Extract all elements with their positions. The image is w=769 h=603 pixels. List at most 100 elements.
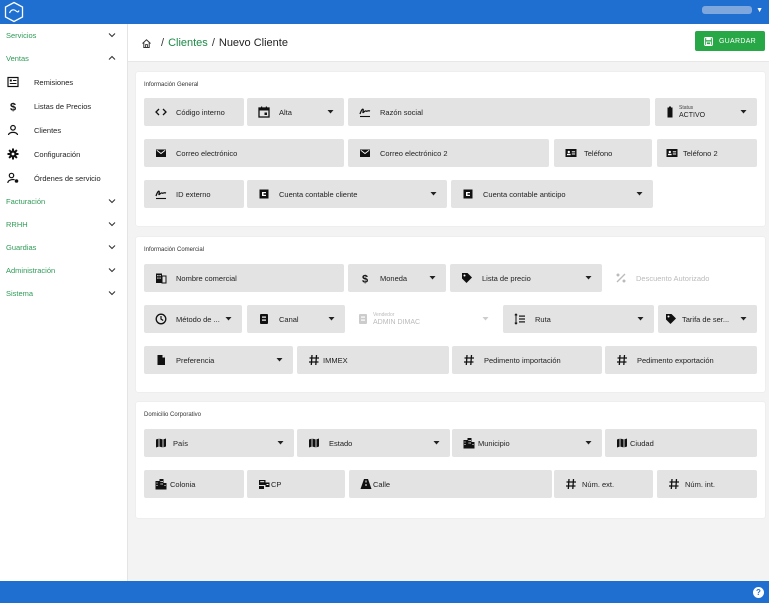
field-label: Vendedor bbox=[373, 312, 395, 318]
sidebar-item-clientes[interactable]: Clientes bbox=[0, 118, 127, 142]
nombre-comercial-field[interactable]: Nombre comercial bbox=[144, 264, 344, 292]
dropdown-arrow-icon bbox=[429, 276, 436, 280]
person-settings-icon bbox=[7, 172, 19, 184]
field-label: Correo electrónico 2 bbox=[380, 149, 448, 158]
lista-precio-select[interactable]: Lista de precio bbox=[450, 264, 602, 292]
calle-field[interactable]: Calle bbox=[349, 470, 552, 498]
sidebar-group-administracion[interactable]: Administración bbox=[0, 259, 127, 282]
num-ext-field[interactable]: Núm. ext. bbox=[554, 470, 653, 498]
sidebar-item-label: Remisiones bbox=[34, 77, 74, 87]
id-externo-field[interactable]: ID externo bbox=[144, 180, 244, 208]
codigo-interno-field[interactable]: Código interno bbox=[144, 98, 244, 126]
field-label: Lista de precio bbox=[482, 274, 531, 283]
code-icon bbox=[155, 108, 167, 116]
estado-select[interactable]: Estado bbox=[297, 429, 450, 457]
tag-icon bbox=[666, 314, 676, 324]
cuenta-anticipo-select[interactable]: Cuenta contable anticipo bbox=[451, 180, 653, 208]
page-title: Nuevo Cliente bbox=[218, 37, 288, 49]
tarifa-select[interactable]: Tarifa de ser... bbox=[658, 305, 757, 333]
ruta-select[interactable]: Ruta bbox=[503, 305, 654, 333]
hash-icon bbox=[669, 478, 679, 490]
page-header: / Clientes / Nuevo Cliente GUARDAR bbox=[128, 24, 769, 62]
alta-select[interactable]: Alta bbox=[247, 98, 344, 126]
descuento-field: Descuento Autorizado bbox=[604, 264, 757, 292]
canal-select[interactable]: Canal bbox=[247, 305, 345, 333]
user-menu[interactable]: ▼ bbox=[702, 6, 763, 14]
dropdown-arrow-icon bbox=[637, 317, 644, 321]
num-int-field[interactable]: Núm. int. bbox=[657, 470, 757, 498]
field-label: Ciudad bbox=[630, 439, 654, 448]
telefono2-field[interactable]: Teléfono 2 bbox=[657, 139, 757, 167]
sidebar-group-ventas[interactable]: Ventas bbox=[0, 47, 127, 70]
sidebar-item-remisiones[interactable]: Remisiones bbox=[0, 70, 127, 94]
field-label: Correo electrónico bbox=[176, 149, 238, 158]
field-label: Moneda bbox=[380, 274, 408, 283]
correo-field[interactable]: Correo electrónico bbox=[144, 139, 344, 167]
city-icon bbox=[155, 479, 167, 490]
field-label: Núm. ext. bbox=[582, 480, 615, 489]
chevron-down-icon bbox=[108, 199, 116, 204]
preferencia-select[interactable]: Preferencia bbox=[144, 346, 293, 374]
metodo-select[interactable]: Método de ... bbox=[144, 305, 242, 333]
help-icon[interactable]: ? bbox=[753, 587, 764, 598]
municipio-select[interactable]: Municipio bbox=[452, 429, 602, 457]
bottom-bar: ? bbox=[0, 581, 769, 603]
breadcrumb-separator: / bbox=[211, 37, 215, 49]
sidebar-item-listas-precios[interactable]: $ Listas de Precios bbox=[0, 94, 127, 118]
field-label: Colonia bbox=[170, 480, 196, 489]
pedimento-importacion-field[interactable]: Pedimento importación bbox=[452, 346, 602, 374]
pedimento-exportacion-field[interactable]: Pedimento exportación bbox=[605, 346, 757, 374]
sidebar-group-label: Administración bbox=[6, 266, 56, 275]
app-logo-icon[interactable] bbox=[3, 1, 25, 23]
breadcrumb-separator: / bbox=[161, 37, 165, 49]
field-label: CP bbox=[271, 480, 282, 489]
sidebar-group-guardias[interactable]: Guardias bbox=[0, 236, 127, 259]
status-select[interactable]: Status ACTIVO bbox=[655, 98, 757, 126]
sidebar-group-servicios[interactable]: Servicios bbox=[0, 24, 127, 47]
card-domicilio-corporativo: Domicilio Corporativo País Estado Munici… bbox=[136, 402, 765, 518]
sidebar-group-rrhh[interactable]: RRHH bbox=[0, 213, 127, 236]
telefono-field[interactable]: Teléfono bbox=[554, 139, 652, 167]
sidebar-group-sistema[interactable]: Sistema bbox=[0, 282, 127, 305]
field-label: Razón social bbox=[380, 108, 423, 117]
field-label: Estado bbox=[329, 439, 353, 448]
field-label: Tarifa de ser... bbox=[682, 315, 730, 324]
home-icon[interactable] bbox=[141, 38, 152, 49]
ciudad-field[interactable]: Ciudad bbox=[605, 429, 757, 457]
sidebar-group-label: RRHH bbox=[6, 220, 28, 229]
percent-icon bbox=[616, 273, 626, 283]
card-informacion-general: Información General Código interno Alta … bbox=[136, 72, 765, 226]
save-button[interactable]: GUARDAR bbox=[695, 31, 765, 51]
chevron-down-icon bbox=[108, 33, 116, 38]
immex-field[interactable]: IMMEX bbox=[297, 346, 449, 374]
razon-social-field[interactable]: Razón social bbox=[348, 98, 650, 126]
chevron-down-icon: ▼ bbox=[756, 6, 763, 14]
moneda-select[interactable]: $ Moneda bbox=[348, 264, 446, 292]
clock-icon bbox=[155, 313, 167, 325]
field-label: Calle bbox=[373, 480, 391, 489]
sidebar-group-label: Sistema bbox=[6, 289, 34, 298]
colonia-field[interactable]: Colonia bbox=[144, 470, 244, 498]
cp-field[interactable]: CP bbox=[247, 470, 345, 498]
sidebar-item-configuracion[interactable]: Configuración bbox=[0, 142, 127, 166]
breadcrumb-link-clientes[interactable]: Clientes bbox=[168, 37, 208, 49]
account-book-icon bbox=[259, 189, 269, 199]
vendedor-value: ADMIN DIMAC bbox=[373, 319, 421, 326]
signature-icon bbox=[359, 108, 371, 118]
correo2-field[interactable]: Correo electrónico 2 bbox=[348, 139, 549, 167]
sidebar-item-ordenes-servicio[interactable]: Órdenes de servicio bbox=[0, 166, 127, 190]
cuenta-cliente-select[interactable]: Cuenta contable cliente bbox=[247, 180, 447, 208]
pais-select[interactable]: País bbox=[144, 429, 294, 457]
dropdown-arrow-icon bbox=[740, 317, 747, 321]
svg-text:$: $ bbox=[10, 102, 16, 113]
field-label: Status bbox=[679, 105, 694, 111]
dropdown-arrow-icon bbox=[327, 110, 334, 114]
dropdown-arrow-icon bbox=[636, 192, 643, 196]
status-value: ACTIVO bbox=[679, 112, 706, 119]
chevron-down-icon bbox=[108, 268, 116, 273]
field-label: Ruta bbox=[535, 315, 551, 324]
top-bar: ▼ bbox=[0, 0, 769, 24]
field-label: Pedimento importación bbox=[484, 356, 561, 365]
sidebar-group-facturacion[interactable]: Facturación bbox=[0, 190, 127, 213]
mail-icon bbox=[156, 149, 166, 157]
